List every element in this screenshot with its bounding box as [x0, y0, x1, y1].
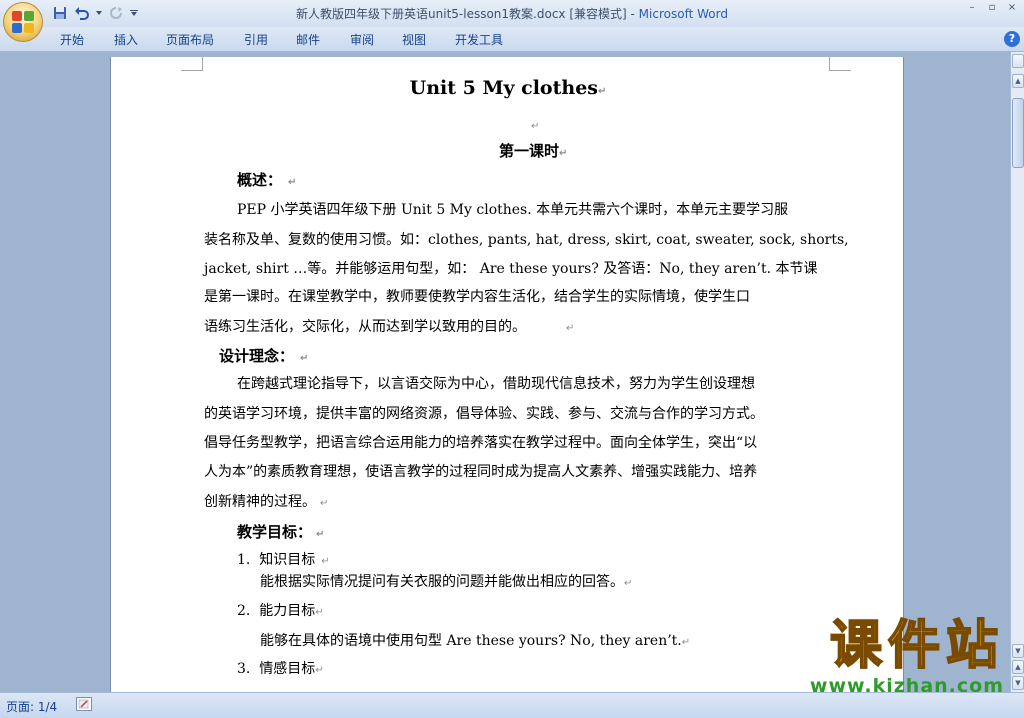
tab-home[interactable]: 开始 [60, 31, 84, 48]
concept-line: 倡导任务型教学，把语言综合运用能力的培养落实在教学过程中。面向全体学生，突出“以 [204, 435, 758, 451]
page-count[interactable]: 页面: 1/4 [6, 698, 57, 715]
office-logo-icon [11, 10, 35, 34]
document-title: Unit 5 My clothes↵ [409, 77, 607, 99]
office-button[interactable] [3, 2, 43, 42]
document-workspace: Unit 5 My clothes↵ ↵ 第一课时↵ 概述： ↵ PEP 小学英语… [0, 52, 1010, 692]
previous-page-button[interactable]: ▲ [1012, 660, 1024, 674]
goals-heading: 教学目标： ↵ [237, 523, 325, 541]
concept-line-last: 创新精神的过程。 ↵ [204, 494, 329, 510]
overview-line: PEP 小学英语四年级下册 Unit 5 My clothes. 本单元共需六个… [237, 202, 789, 218]
window-controls: – ▫ × [964, 1, 1020, 15]
overview-line-last: 语练习生活化，交际化，从而达到学以致用的目的。 ↵ [204, 319, 575, 335]
scroll-up-button[interactable]: ▲ [1012, 74, 1024, 88]
tab-page-layout[interactable]: 页面布局 [166, 31, 214, 48]
window-title: 新人教版四年级下册英语unit5-lesson1教案.docx [兼容模式] -… [296, 7, 728, 21]
goal-item: 1. 知识目标 ↵ [237, 552, 330, 568]
goal-detail: 能够在具体的语境中使用句型 Are these yours? No, they … [260, 633, 691, 649]
concept-line: 人为本”的素质教育理想，使语言教学的过程同时成为提高人文素养、增强实践能力、培养 [204, 464, 758, 480]
ruler-toggle-icon[interactable] [1012, 54, 1024, 68]
crop-mark-left [181, 57, 203, 71]
empty-paragraph: ↵ [531, 121, 540, 132]
restore-button[interactable]: ▫ [984, 1, 1000, 15]
goal-item: 3. 情感目标↵ [237, 661, 324, 677]
overview-line: jacket, shirt …等。并能够运用句型，如： Are these yo… [204, 261, 818, 277]
tab-review[interactable]: 审阅 [350, 31, 374, 48]
title-bar: 新人教版四年级下册英语unit5-lesson1教案.docx [兼容模式] -… [0, 0, 1024, 27]
status-bar: 页面: 1/4 [0, 692, 1024, 718]
vertical-scrollbar[interactable]: ▲ ▼ ▲ ▼ [1010, 52, 1024, 692]
tab-mailings[interactable]: 邮件 [296, 31, 320, 48]
watermark: 课件站 www.kjzhan.com [810, 615, 1004, 696]
next-page-button[interactable]: ▼ [1012, 676, 1024, 690]
document-page[interactable]: Unit 5 My clothes↵ ↵ 第一课时↵ 概述： ↵ PEP 小学英语… [110, 57, 904, 692]
watermark-logo: 课件站 [829, 615, 1004, 677]
scroll-thumb[interactable] [1012, 98, 1024, 168]
help-icon[interactable]: ? [1004, 31, 1020, 47]
goal-detail: 能根据实际情况提问有关衣服的问题并能做出相应的回答。↵ [260, 574, 633, 590]
ribbon-tabs: 开始 插入 页面布局 引用 邮件 审阅 视图 开发工具 ? [0, 27, 1024, 52]
goal-item: 2. 能力目标↵ [237, 603, 324, 619]
concept-line: 在跨越式理论指导下，以言语交际为中心，借助现代信息技术，努力为学生创设理想 [237, 376, 755, 392]
overview-line: 是第一课时。在课堂教学中，教师要使教学内容生活化，结合学生的实际情境，使学生口 [204, 289, 750, 305]
minimize-button[interactable]: – [964, 1, 980, 15]
lesson-heading: 第一课时↵ [499, 142, 568, 160]
tab-insert[interactable]: 插入 [114, 31, 138, 48]
scroll-down-button[interactable]: ▼ [1012, 644, 1024, 658]
tab-developer[interactable]: 开发工具 [455, 31, 503, 48]
overview-line: 装名称及单、复数的使用习惯。如：clothes, pants, hat, dre… [204, 232, 849, 248]
proofing-icon[interactable] [76, 697, 92, 711]
tab-references[interactable]: 引用 [244, 31, 268, 48]
concept-heading: 设计理念： ↵ [219, 347, 309, 365]
crop-mark-right [829, 57, 851, 71]
close-button[interactable]: × [1004, 1, 1020, 15]
overview-heading: 概述： ↵ [237, 171, 297, 189]
tab-view[interactable]: 视图 [402, 31, 426, 48]
concept-line: 的英语学习环境，提供丰富的网络资源，倡导体验、实践、参与、交流与合作的学习方式。 [204, 406, 764, 422]
